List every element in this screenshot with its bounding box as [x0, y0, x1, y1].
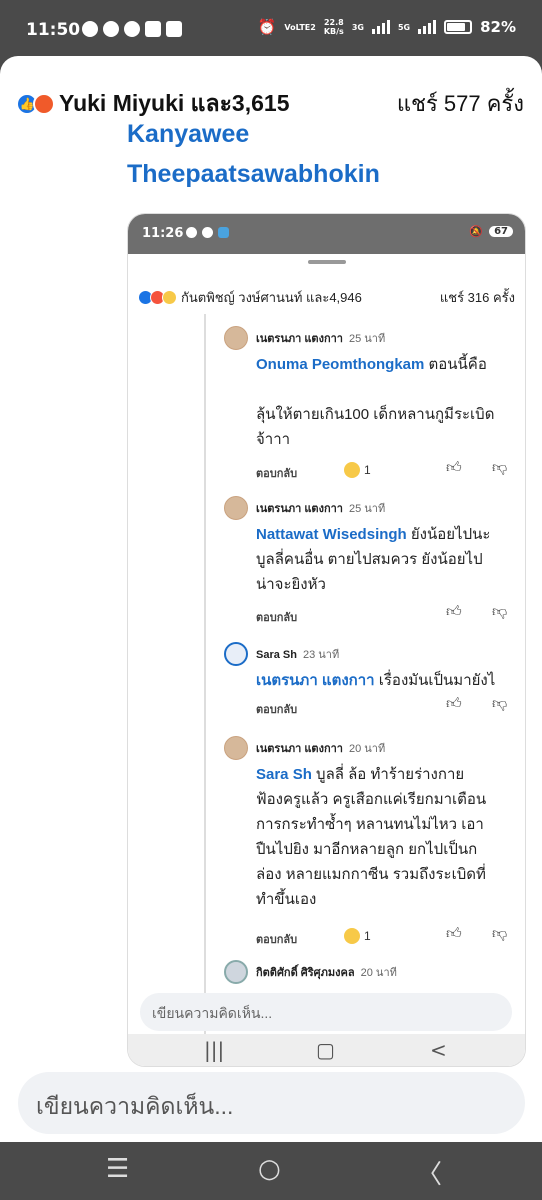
- battery-icon: [444, 20, 473, 34]
- chat-icon: [103, 21, 119, 37]
- comment-body: เนตรนภา แตงกาา เรื่องมันเป็นมายังไ: [256, 668, 525, 693]
- back-icon[interactable]: 〈: [416, 1154, 442, 1191]
- thumbs-up-icon[interactable]: 👍︎: [446, 694, 462, 713]
- inner-reactions-summary[interactable]: กันตพิชญ์ วงษ์ศานนท์ และ4,946: [138, 287, 362, 308]
- comment-body: Onuma Peomthongkam ตอนนี้คือ ลุ้นให้ตายเ…: [256, 352, 518, 452]
- thumbs-down-icon[interactable]: 👎︎: [492, 924, 507, 943]
- mention-link[interactable]: Sara Sh: [256, 766, 312, 783]
- inner-messenger-icon: [202, 227, 213, 238]
- avatar[interactable]: [224, 326, 248, 350]
- avatar[interactable]: [224, 736, 248, 760]
- inner-time: 11:26: [142, 226, 184, 241]
- avatar[interactable]: [224, 960, 248, 984]
- comment-text: เรื่องมันเป็นมายังไ: [374, 672, 496, 689]
- inner-reaction-names: กันตพิชญ์ วงษ์ศานนท์ และ4,946: [181, 290, 362, 305]
- comment-2: เนตรนภา แตงกาา 25 นาที Nattawat Wisedsing…: [224, 496, 524, 626]
- comment-5: กิตติศักดิ์ ศิริศุภมงคล 20 นาที: [224, 960, 524, 988]
- inner-mute-icon: 🔕: [469, 225, 484, 238]
- avatar[interactable]: [224, 642, 248, 666]
- system-nav-bar: ☰ ○ 〈: [0, 1142, 542, 1200]
- comment-body: Sara Sh บูลลี่ ล้อ ทำร้ายร่างกาย ฟ้องครู…: [256, 762, 518, 912]
- alarm-icon: ⏰: [257, 18, 277, 36]
- wow-icon: [344, 462, 360, 478]
- share-count[interactable]: แชร์ 577 ครั้ง: [397, 86, 524, 121]
- notification-icons: [82, 21, 182, 37]
- thumbs-up-icon[interactable]: 👍︎: [446, 602, 462, 621]
- inner-sad-icon: [162, 290, 177, 305]
- angry-icon: [33, 93, 55, 115]
- comment-time: 25 นาที: [348, 333, 386, 345]
- mention-link[interactable]: เนตรนภา แตงกาา: [256, 672, 375, 689]
- inner-share-count[interactable]: แชร์ 316 ครั้ง: [440, 287, 515, 308]
- comment-reactions[interactable]: 1: [344, 928, 371, 944]
- messenger-icon: [124, 21, 140, 37]
- tagged-name-line1[interactable]: Kanyawee: [127, 120, 249, 149]
- comment-author[interactable]: กิตติศักดิ์ ศิริศุภมงคล: [256, 967, 355, 979]
- comment-author[interactable]: Sara Sh: [256, 649, 297, 661]
- comment-time: 20 นาที: [348, 743, 386, 755]
- reply-button[interactable]: ตอบกลับ: [256, 930, 297, 948]
- reaction-names: Yuki Miyuki และ3,615: [59, 90, 290, 116]
- comment-author[interactable]: เนตรนภา แตงกาา: [256, 743, 343, 755]
- comment-time: 25 นาที: [348, 503, 386, 515]
- reaction-icons: 👍: [16, 93, 55, 115]
- comment-3: Sara Sh 23 นาที เนตรนภา แตงกาา เรื่องมันเ…: [224, 642, 524, 722]
- mail-icon: [145, 21, 161, 37]
- status-time: 11:50: [26, 20, 81, 40]
- thumbs-up-icon[interactable]: 👍︎: [446, 458, 462, 477]
- thread-line: [204, 314, 206, 1034]
- mention-link[interactable]: Nattawat Wisedsingh: [256, 526, 407, 543]
- recents-icon[interactable]: |||: [204, 1038, 224, 1062]
- comment-reactions[interactable]: 1: [344, 462, 371, 478]
- volte-indicator: VoLTE2: [284, 22, 316, 32]
- comment-text: บูลลี่ ล้อ ทำร้ายร่างกาย ฟ้องครูแล้ว ครู…: [256, 766, 487, 908]
- inner-comments-sheet: กันตพิชญ์ วงษ์ศานนท์ และ4,946 แชร์ 316 ค…: [128, 254, 525, 1066]
- recents-icon[interactable]: ☰: [106, 1154, 129, 1184]
- back-icon[interactable]: <: [430, 1038, 447, 1062]
- home-icon[interactable]: ○: [258, 1154, 281, 1184]
- inner-status-bar: 11:26 🔕 67: [128, 214, 525, 254]
- comment-body: Nattawat Wisedsingh ยังน้อยไปนะ บูลลี่คน…: [256, 522, 518, 597]
- signal-5g-label: 5G: [397, 22, 411, 32]
- comment-time: 23 นาที: [302, 649, 340, 661]
- thumbs-up-icon[interactable]: 👍︎: [446, 924, 462, 943]
- comment-4: เนตรนภา แตงกาา 20 นาที Sara Sh บูลลี่ ล้อ…: [224, 736, 524, 952]
- thumbs-down-icon[interactable]: 👎︎: [492, 602, 507, 621]
- comment-time: 20 นาที: [360, 967, 397, 979]
- capcut-icon: [166, 21, 182, 37]
- call-icon: [82, 21, 98, 37]
- home-icon[interactable]: ▢: [316, 1038, 335, 1062]
- inner-battery: 67: [489, 226, 513, 237]
- signal-3g-label: 3G: [351, 22, 364, 32]
- reply-button[interactable]: ตอบกลับ: [256, 608, 297, 626]
- drag-handle[interactable]: [308, 260, 346, 264]
- status-bar: 11:50 ⏰ VoLTE2 22.8 KB/s 3G 5G 82%: [0, 0, 542, 56]
- signal-icon: [371, 20, 390, 34]
- sad-icon: [344, 928, 360, 944]
- embedded-screenshot: 11:26 🔕 67 กันตพิชญ์ วงษ์ศานนท์ และ4,946…: [127, 213, 526, 1067]
- signal-icon-2: [418, 20, 437, 34]
- mention-link[interactable]: Onuma Peomthongkam: [256, 356, 424, 373]
- comments-sheet: 👍 Yuki Miyuki และ3,615 แชร์ 577 ครั้ง Ka…: [0, 56, 542, 1142]
- inner-nav-bar: ||| ▢ <: [128, 1034, 525, 1066]
- comment-author[interactable]: เนตรนภา แตงกาา: [256, 333, 343, 345]
- reply-button[interactable]: ตอบกลับ: [256, 700, 297, 718]
- inner-notif-icon: [186, 227, 197, 238]
- reactions-summary[interactable]: 👍 Yuki Miyuki และ3,615: [16, 86, 289, 122]
- comment-1: เนตรนภา แตงกาา 25 นาที Onuma Peomthongkam…: [224, 326, 524, 486]
- tagged-name-line2[interactable]: Theepaatsawabhokin: [127, 160, 380, 189]
- avatar[interactable]: [224, 496, 248, 520]
- reply-button[interactable]: ตอบกลับ: [256, 464, 297, 482]
- comment-author[interactable]: เนตรนภา แตงกาา: [256, 503, 343, 515]
- comment-input[interactable]: เขียนความคิดเห็น...: [18, 1072, 525, 1134]
- inner-comment-input[interactable]: เขียนความคิดเห็น...: [140, 993, 512, 1031]
- battery-percent: 82%: [480, 18, 516, 36]
- thumbs-down-icon[interactable]: 👎︎: [492, 694, 507, 713]
- inner-app-icon: [218, 227, 229, 238]
- thumbs-down-icon[interactable]: 👎︎: [492, 458, 507, 477]
- net-speed: 22.8 KB/s: [323, 18, 344, 36]
